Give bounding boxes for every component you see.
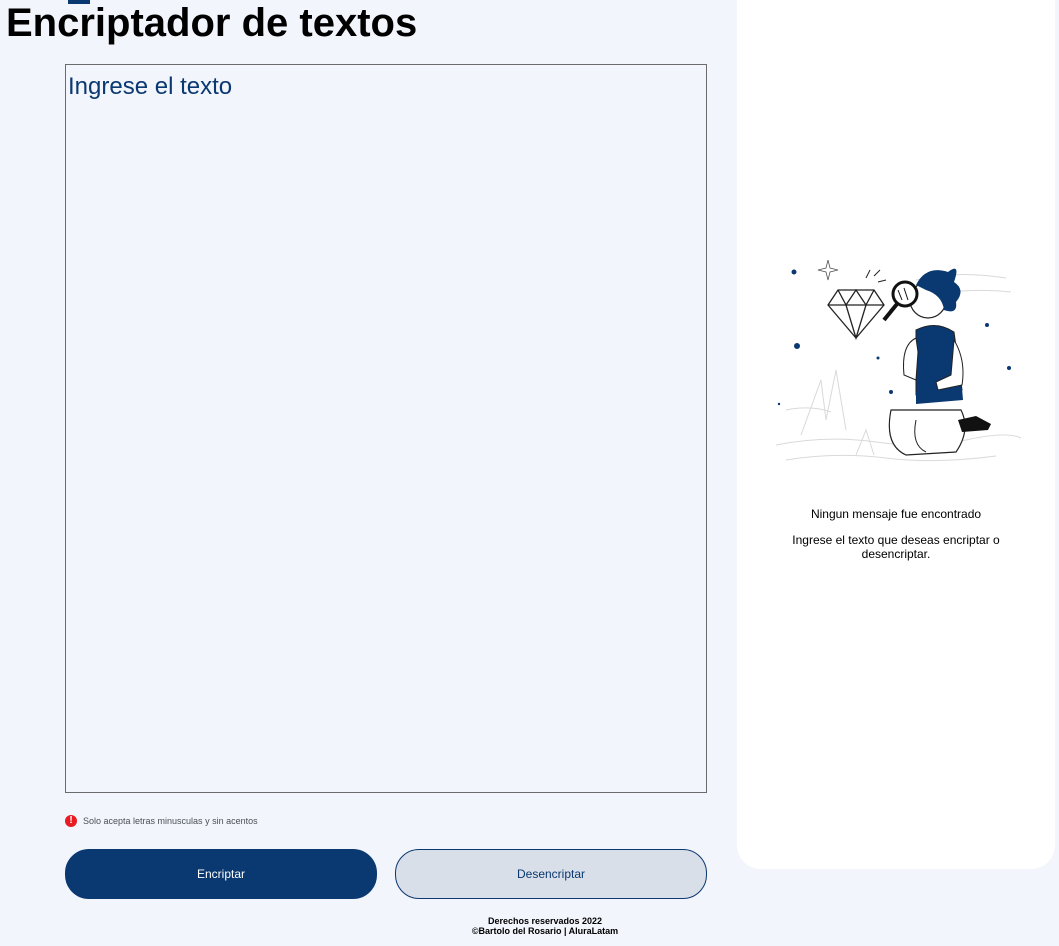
decrypt-button[interactable]: Desencriptar xyxy=(395,849,707,899)
page-title: Encriptador de textos xyxy=(6,1,418,45)
warning-text: Solo acepta letras minusculas y sin acen… xyxy=(83,815,258,826)
result-panel: Ningun mensaje fue encontrado Ingrese el… xyxy=(737,0,1055,869)
exclamation-circle-icon: ! xyxy=(65,814,77,827)
footer-copyright: Derechos reservados 2022 xyxy=(487,916,603,926)
warning-note: ! Solo acepta letras minusculas y sin ac… xyxy=(65,814,258,827)
footer-author: ©Bartolo del Rosario | AluraLatam xyxy=(471,926,619,936)
text-input[interactable] xyxy=(65,64,707,793)
encrypt-button[interactable]: Encriptar xyxy=(65,849,377,899)
footer: Derechos reservados 2022 ©Bartolo del Ro… xyxy=(395,916,695,936)
result-title: Ningun mensaje fue encontrado xyxy=(810,507,982,521)
result-hint: Ingrese el texto que deseas encriptar o … xyxy=(792,533,1000,561)
person-magnifying-glass-illustration xyxy=(775,260,1022,462)
